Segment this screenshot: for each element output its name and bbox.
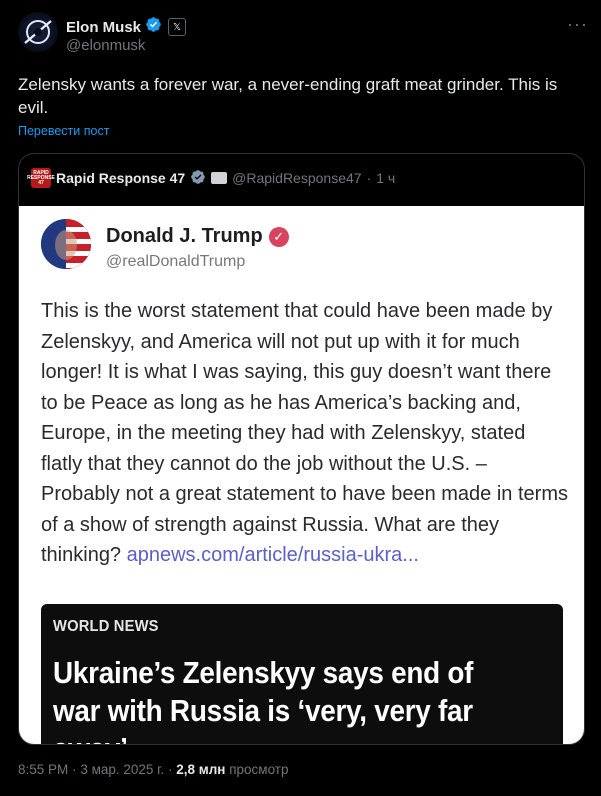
- trump-name: Donald J. Trump: [106, 225, 263, 247]
- government-building-icon: [211, 172, 228, 184]
- avatar[interactable]: [18, 12, 58, 52]
- tweet-meta: 8:55 PM · 3 мар. 2025 г. · 2,8 млн просм…: [18, 762, 288, 777]
- truth-post-body: This is the worst statement that could h…: [41, 300, 568, 566]
- embedded-truth-post: Donald J. Trump ✓ @realDonaldTrump This …: [19, 206, 584, 744]
- truth-verified-icon: ✓: [268, 226, 289, 247]
- meta-separator: ·: [72, 762, 77, 777]
- truth-post-text: This is the worst statement that could h…: [41, 296, 571, 571]
- tweet-header: Elon Musk 𝕏 @elonmusk ···: [18, 12, 588, 60]
- views-label: просмотр: [229, 762, 289, 777]
- more-options-icon[interactable]: ···: [567, 14, 588, 35]
- trump-handle: @realDonaldTrump: [106, 253, 246, 270]
- avatar-image: [24, 20, 52, 44]
- quoted-author-name: Rapid Response 47: [56, 170, 186, 186]
- quoted-tweet-header: RAPID RESPONSE 47 Rapid Response 47 @Rap…: [27, 168, 396, 188]
- quoted-author-handle: @RapidResponse47: [232, 170, 362, 186]
- tweet-text: Zelensky wants a forever war, a never-en…: [18, 75, 558, 117]
- quoted-avatar: RAPID RESPONSE 47: [27, 168, 55, 188]
- x-affiliate-icon: 𝕏: [168, 18, 187, 36]
- quoted-tweet[interactable]: RAPID RESPONSE 47 Rapid Response 47 @Rap…: [18, 153, 585, 745]
- trump-avatar: [41, 219, 91, 269]
- article-link: apnews.com/article/russia-ukra...: [126, 544, 419, 566]
- trump-name-row: Donald J. Trump ✓: [106, 225, 289, 248]
- verified-badge-icon: [145, 16, 162, 38]
- news-category: WORLD NEWS: [53, 618, 159, 635]
- translate-link[interactable]: Перевести пост: [18, 124, 109, 138]
- post-date[interactable]: 3 мар. 2025 г.: [80, 762, 164, 777]
- quoted-time: 1 ч: [376, 170, 396, 186]
- quoted-separator: ·: [366, 170, 372, 186]
- verified-badge-gray-icon: [190, 169, 206, 188]
- meta-separator: ·: [167, 762, 173, 777]
- news-headline: Ukraine’s Zelenskyy says end of war with…: [53, 655, 474, 744]
- author-name[interactable]: Elon Musk: [66, 19, 141, 36]
- views-count: 2,8 млн: [176, 762, 226, 777]
- news-card: WORLD NEWS Ukraine’s Zelenskyy says end …: [41, 604, 563, 744]
- post-time[interactable]: 8:55 PM: [18, 762, 68, 777]
- author-handle[interactable]: @elonmusk: [66, 37, 145, 54]
- author-name-row: Elon Musk 𝕏: [66, 16, 187, 38]
